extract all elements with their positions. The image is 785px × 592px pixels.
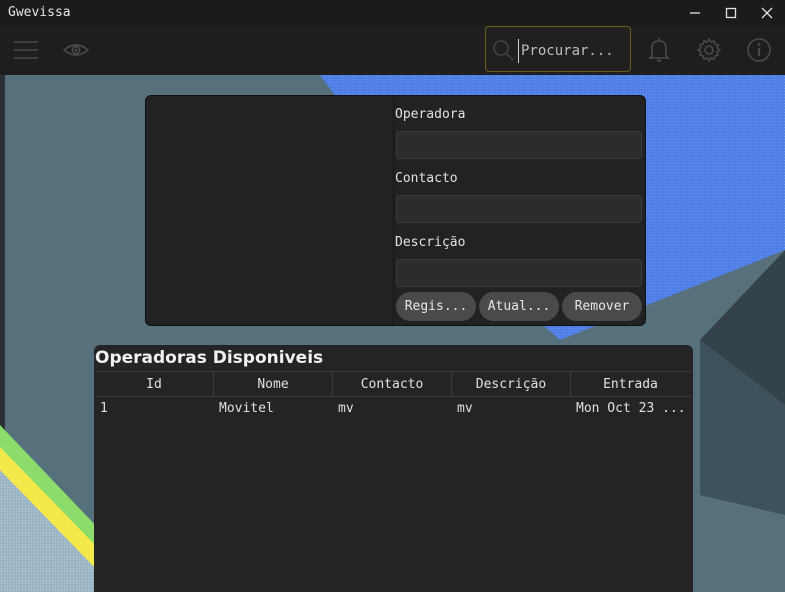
search-box[interactable] <box>485 26 631 72</box>
update-button[interactable]: Atual... <box>479 292 559 321</box>
workspace: Operadora Contacto Descrição Regis... At… <box>0 75 785 592</box>
cell-entrada: Mon Oct 23 ... <box>576 400 686 416</box>
operator-form: Operadora Contacto Descrição Regis... At… <box>145 95 646 326</box>
minimize-icon <box>690 11 700 14</box>
operadora-input[interactable] <box>396 131 642 159</box>
operadora-label: Operadora <box>395 107 466 122</box>
close-icon <box>761 7 773 18</box>
column-header-id[interactable]: Id <box>95 372 214 396</box>
info-button[interactable] <box>742 33 776 67</box>
contacto-input[interactable] <box>396 195 642 223</box>
table-title: Operadoras Disponiveis <box>95 348 324 368</box>
maximize-button[interactable] <box>713 0 749 25</box>
settings-button[interactable] <box>692 33 726 67</box>
contacto-label: Contacto <box>395 171 458 186</box>
minimize-button[interactable] <box>677 0 713 25</box>
register-button[interactable]: Regis... <box>396 292 476 321</box>
info-icon <box>747 38 771 62</box>
search-icon <box>493 40 514 61</box>
window-title: Gwevissa <box>8 5 71 20</box>
column-header-contacto[interactable]: Contacto <box>333 372 452 396</box>
close-button[interactable] <box>749 0 785 25</box>
bell-icon <box>648 38 670 62</box>
descricao-label: Descrição <box>395 235 466 250</box>
toolbar <box>0 25 785 75</box>
table-header: Id Nome Contacto Descrição Entrada <box>95 371 692 397</box>
menu-button[interactable] <box>9 33 43 67</box>
search-input[interactable] <box>518 39 629 63</box>
gear-icon <box>696 37 722 63</box>
cell-id: 1 <box>100 400 108 416</box>
cell-contacto: mv <box>338 400 354 416</box>
column-header-descricao[interactable]: Descrição <box>452 372 571 396</box>
title-bar: Gwevissa <box>0 0 785 26</box>
column-header-entrada[interactable]: Entrada <box>571 372 690 396</box>
remove-button[interactable]: Remover <box>562 292 642 321</box>
eye-icon <box>63 44 89 56</box>
operators-table-panel: Operadoras Disponiveis Id Nome Contacto … <box>94 345 693 592</box>
hamburger-menu-icon <box>14 41 38 59</box>
table-row[interactable]: 1 Movitel mv mv Mon Oct 23 ... <box>95 396 692 420</box>
cell-nome: Movitel <box>219 400 274 416</box>
notifications-button[interactable] <box>642 33 676 67</box>
view-button[interactable] <box>59 33 93 67</box>
descricao-input[interactable] <box>396 259 642 287</box>
maximize-icon <box>725 7 737 18</box>
cell-descricao: mv <box>457 400 473 416</box>
image-preview-area <box>146 96 394 325</box>
column-header-nome[interactable]: Nome <box>214 372 333 396</box>
